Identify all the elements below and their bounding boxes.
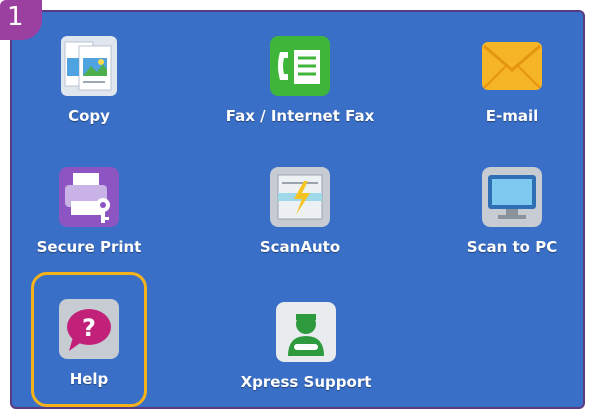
xpress-support-icon — [276, 302, 336, 362]
secure-print-label: Secure Print — [36, 238, 142, 256]
fax-tile[interactable]: Fax / Internet Fax — [215, 24, 385, 136]
help-highlight-outline — [31, 272, 147, 407]
email-icon — [482, 42, 542, 90]
xpress-support-label: Xpress Support — [240, 373, 372, 391]
copy-icon — [61, 36, 117, 96]
copy-label: Copy — [68, 107, 110, 125]
scan-to-pc-label: Scan to PC — [466, 238, 558, 256]
fax-label: Fax / Internet Fax — [225, 107, 375, 125]
step-number-badge: 1 — [0, 0, 42, 40]
xpress-support-tile[interactable]: Xpress Support — [221, 290, 391, 402]
email-label: E-mail — [485, 107, 539, 125]
secure-print-icon — [59, 167, 119, 227]
scan-to-pc-icon — [482, 167, 542, 227]
scanauto-label: ScanAuto — [259, 238, 341, 256]
copy-tile[interactable]: Copy — [4, 24, 174, 136]
scan-to-pc-tile[interactable]: Scan to PC — [427, 155, 589, 267]
scanauto-tile[interactable]: ScanAuto — [215, 155, 385, 267]
email-tile[interactable]: E-mail — [427, 24, 589, 136]
fax-icon — [270, 36, 330, 96]
secure-print-tile[interactable]: Secure Print — [4, 155, 174, 267]
scanauto-icon — [270, 167, 330, 227]
